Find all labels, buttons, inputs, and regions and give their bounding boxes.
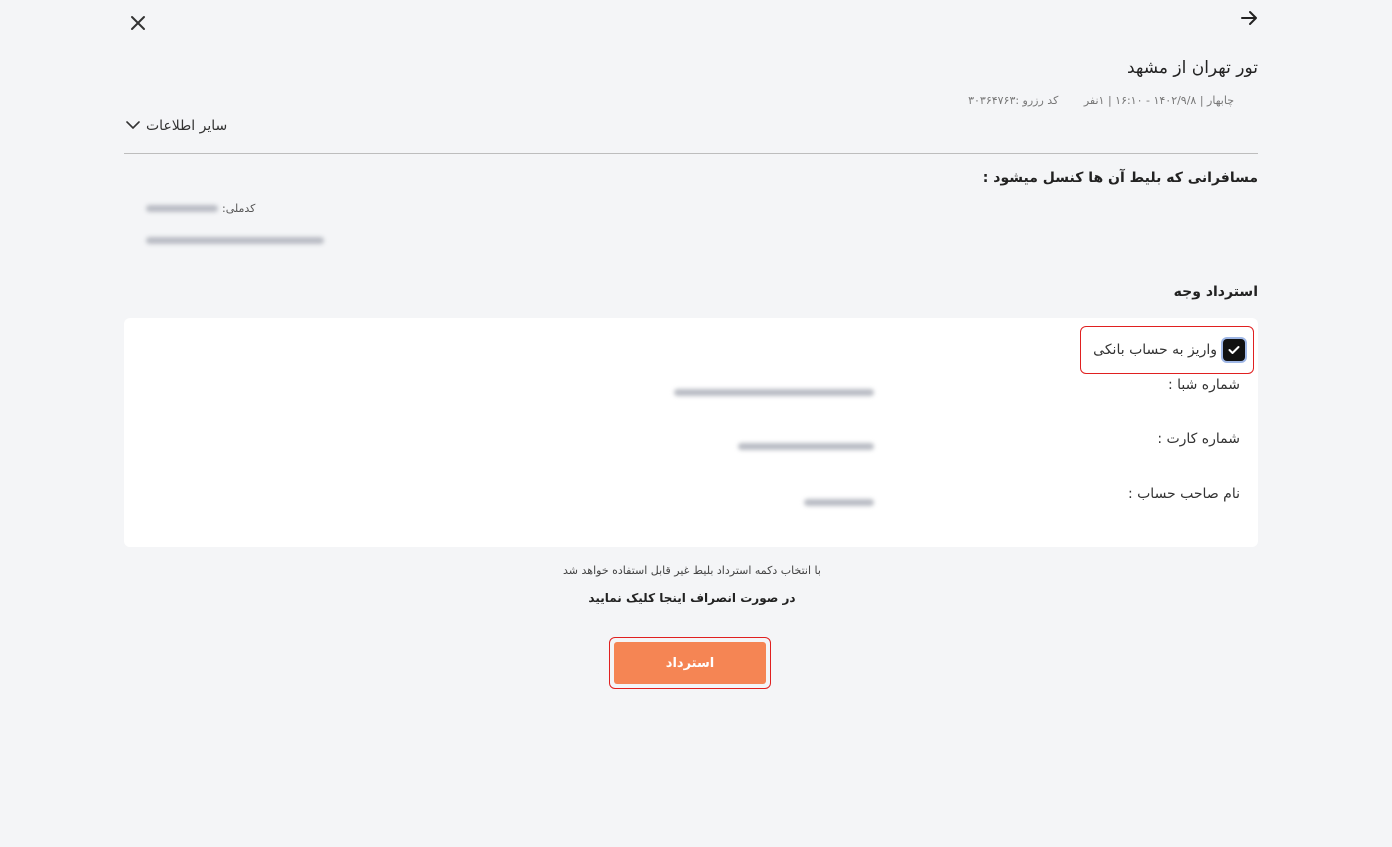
bank-account-label: واریز به حساب بانکی: [1093, 342, 1217, 358]
passenger-name-redacted: [146, 229, 346, 248]
sheba-label: شماره شبا :: [1167, 377, 1240, 393]
refund-button-highlight: استرداد: [609, 637, 771, 689]
account-holder-value-redacted: [804, 491, 874, 510]
national-id-value-redacted: [146, 205, 218, 212]
refund-button[interactable]: استرداد: [614, 642, 766, 684]
divider: [124, 153, 1258, 154]
account-holder-label: نام صاحب حساب :: [1127, 486, 1240, 502]
bank-account-checkbox[interactable]: [1223, 339, 1245, 361]
back-arrow-icon[interactable]: [1237, 6, 1261, 30]
sheba-value-redacted: [674, 381, 874, 400]
trip-meta: چابهار | ۱۴۰۲/۹/۸ - ۱۶:۱۰ | ۱نفر کد رزرو…: [968, 94, 1234, 107]
close-icon[interactable]: [126, 11, 150, 35]
passengers-heading: مسافرانی که بلیط آن ها کنسل میشود :: [982, 170, 1258, 186]
reservation-code: کد رزرو :۳۰۳۶۴۷۶۳: [968, 94, 1059, 107]
card-number-value-redacted: [738, 435, 874, 454]
national-id-row: کدملی:: [146, 202, 258, 215]
cancel-link[interactable]: در صورت انصراف اینجا کلیک نمایید: [0, 591, 1388, 605]
passenger-item: کدملی:: [146, 202, 346, 248]
more-info-toggle[interactable]: سایر اطلاعات: [126, 118, 227, 134]
refund-heading: استرداد وجه: [1173, 284, 1258, 300]
page-title: تور تهران از مشهد: [1126, 58, 1258, 78]
national-id-label: کدملی:: [222, 202, 256, 215]
check-icon: [1228, 346, 1240, 354]
trip-info: چابهار | ۱۴۰۲/۹/۸ - ۱۶:۱۰ | ۱نفر: [1083, 94, 1234, 107]
more-info-label: سایر اطلاعات: [146, 118, 228, 134]
refund-warning: با انتخاب دکمه استرداد بلیط غیر قابل است…: [563, 564, 821, 577]
bank-account-option[interactable]: واریز به حساب بانکی: [1080, 326, 1254, 374]
chevron-down-icon: [126, 118, 140, 134]
card-number-label: شماره کارت :: [1157, 431, 1240, 447]
